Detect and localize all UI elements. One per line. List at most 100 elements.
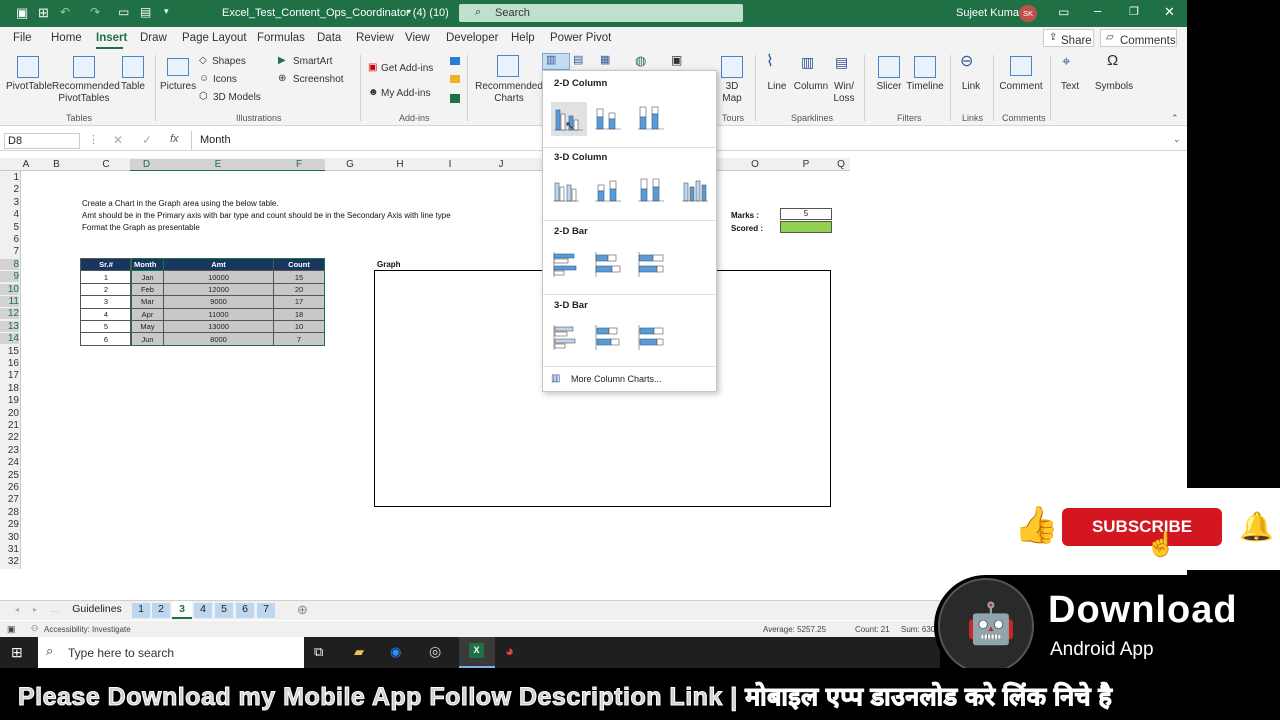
row-header[interactable]: 29 <box>0 519 19 530</box>
column-header[interactable]: C <box>82 159 130 170</box>
subscribe-button[interactable]: SUBSCRIBE <box>1062 508 1222 546</box>
sparkline-column-button[interactable]: Column <box>792 81 830 93</box>
count-value[interactable]: Count: 21 <box>855 625 890 634</box>
table-button[interactable]: Table <box>116 81 150 93</box>
symbols-button[interactable]: Symbols <box>1094 81 1134 93</box>
row-header[interactable]: 2 <box>0 184 19 195</box>
row-header[interactable]: 9 <box>0 271 19 283</box>
recommended-pivot-button[interactable]: Recommended PivotTables <box>52 81 120 105</box>
table-cell[interactable]: 6 <box>80 332 132 346</box>
row-header[interactable]: 16 <box>0 358 19 369</box>
row-header[interactable]: 14 <box>0 333 19 345</box>
row-header[interactable]: 15 <box>0 346 19 357</box>
sum-value[interactable]: Sum: 630 <box>901 625 935 634</box>
row-header[interactable]: 22 <box>0 432 19 443</box>
row-header[interactable]: 1 <box>0 172 19 183</box>
comments-button[interactable]: ▱ Comments <box>1100 29 1177 47</box>
recommended-charts-button[interactable]: Recommended Charts <box>474 81 544 105</box>
tab-developer[interactable]: Developer <box>446 32 498 44</box>
comment-insert-icon[interactable] <box>1010 56 1032 76</box>
stacked-bar-icon[interactable] <box>593 249 623 279</box>
percent-stacked-bar-icon[interactable] <box>636 249 666 279</box>
name-box[interactable]: D8 <box>4 133 80 149</box>
excel-taskbar-button[interactable]: X <box>459 637 495 668</box>
minimize-icon[interactable]: – <box>1094 3 1101 18</box>
column-header[interactable]: O <box>730 159 780 170</box>
row-header[interactable]: 21 <box>0 420 19 431</box>
maps-icon[interactable]: ◍ <box>635 54 646 67</box>
3d-stacked-column-icon[interactable] <box>593 175 623 205</box>
column-header[interactable]: J <box>475 159 527 170</box>
row-header[interactable]: 6 <box>0 234 19 245</box>
average-value[interactable]: Average: 5257.25 <box>763 625 826 634</box>
row-header[interactable]: 11 <box>0 296 19 307</box>
scored-value[interactable] <box>780 221 832 233</box>
marks-value[interactable]: 5 <box>780 208 832 220</box>
table-cell[interactable]: 3 <box>80 295 132 309</box>
3d-clustered-bar-icon[interactable] <box>551 322 581 352</box>
column-header[interactable]: F <box>273 159 325 170</box>
line-chart-icon[interactable]: ▤ <box>573 54 583 66</box>
hierarchy-chart-icon[interactable]: ▦ <box>600 54 610 66</box>
enter-icon[interactable]: ✓ <box>142 133 152 147</box>
obs-icon[interactable]: ◎ <box>429 643 441 660</box>
table-cell[interactable]: 1 <box>80 270 132 284</box>
share-button[interactable]: ⇪ Share <box>1043 29 1094 47</box>
timeline-icon[interactable] <box>914 56 936 78</box>
row-header[interactable]: 19 <box>0 395 19 406</box>
collapse-ribbon-icon[interactable]: ⌃ <box>1171 113 1179 124</box>
screenshot-button[interactable]: Screenshot <box>293 74 344 86</box>
column-header[interactable]: E <box>163 159 273 170</box>
tab-formulas[interactable]: Formulas <box>257 32 305 44</box>
tab-file[interactable]: File <box>13 32 32 44</box>
close-icon[interactable]: ✕ <box>1164 4 1175 20</box>
accessibility-icon[interactable]: ⚇ <box>31 624 38 633</box>
tab-power-pivot[interactable]: Power Pivot <box>550 32 611 44</box>
tab-draw[interactable]: Draw <box>140 32 167 44</box>
windows-start-icon[interactable]: ⊞ <box>11 644 23 661</box>
tab-insert[interactable]: Insert <box>96 32 127 44</box>
3d-clustered-column-icon[interactable] <box>551 175 581 205</box>
tab-home[interactable]: Home <box>51 32 82 44</box>
comment-button[interactable]: Comment <box>998 81 1044 93</box>
3d-map-icon[interactable] <box>721 56 743 78</box>
zoom-icon[interactable]: ◉ <box>390 644 401 660</box>
slicer-button[interactable]: Slicer <box>872 81 906 93</box>
add-sheet-icon[interactable]: ⊕ <box>297 602 308 618</box>
row-header[interactable]: 31 <box>0 544 19 555</box>
3d-percent-stacked-column-icon[interactable] <box>636 175 666 205</box>
tab-page-layout[interactable]: Page Layout <box>182 32 247 44</box>
restore-icon[interactable]: ❐ <box>1129 5 1139 18</box>
sheet-tab-2[interactable]: 2 <box>152 603 170 618</box>
taskbar-search[interactable]: ⌕ Type here to search <box>38 637 304 668</box>
row-header[interactable]: 28 <box>0 507 19 518</box>
stacked-column-icon[interactable] <box>593 103 623 133</box>
bing-icon[interactable] <box>450 75 460 83</box>
row-header[interactable]: 32 <box>0 556 19 567</box>
ribbon-display-icon[interactable]: ▭ <box>1058 5 1069 19</box>
3d-column-icon[interactable] <box>680 175 710 205</box>
row-header[interactable]: 17 <box>0 370 19 381</box>
next-sheet-icon[interactable]: ▸ <box>33 605 37 614</box>
avatar[interactable]: SK <box>1019 5 1037 22</box>
more-column-charts-item[interactable]: ▥ More Column Charts... <box>551 373 711 387</box>
table-header-cell[interactable]: Sr.# <box>80 257 132 272</box>
link-button[interactable]: Link <box>956 81 986 93</box>
sheet-tab-5[interactable]: 5 <box>215 603 233 618</box>
text-button[interactable]: Text <box>1055 81 1085 93</box>
autosave-icon[interactable]: ▣ <box>16 5 28 21</box>
prev-sheet-icon[interactable]: ◂ <box>15 605 19 614</box>
visio-icon[interactable] <box>450 57 460 65</box>
row-header[interactable]: 7 <box>0 246 19 257</box>
sparkline-line-button[interactable]: Line <box>762 81 792 93</box>
undo-icon[interactable]: ↶ <box>60 5 70 19</box>
row-header[interactable]: 25 <box>0 470 19 481</box>
redo-icon[interactable]: ↷ <box>90 5 100 19</box>
formula-input[interactable]: Month <box>200 134 231 146</box>
column-header[interactable]: I <box>425 159 475 170</box>
more-sheets-icon[interactable]: … <box>50 604 59 614</box>
icons-button[interactable]: Icons <box>213 74 237 86</box>
3d-percent-stacked-bar-icon[interactable] <box>636 322 666 352</box>
row-header[interactable]: 27 <box>0 494 19 505</box>
row-header[interactable]: 20 <box>0 408 19 419</box>
